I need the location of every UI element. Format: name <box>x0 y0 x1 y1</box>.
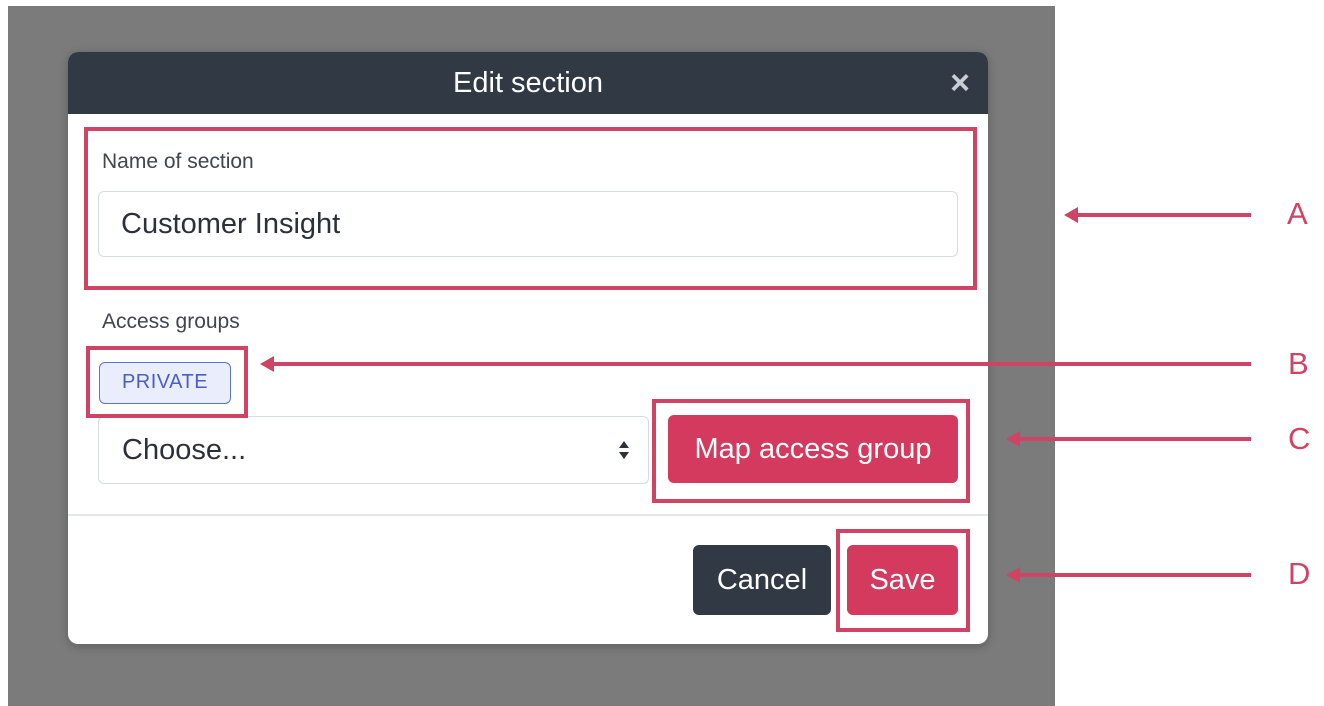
select-arrows-icon <box>619 441 629 459</box>
dialog-title: Edit section <box>453 67 603 99</box>
callout-b-arrow-line <box>272 362 1251 366</box>
callout-c-arrow-line <box>1018 437 1251 441</box>
cancel-button[interactable]: Cancel <box>693 545 831 615</box>
callout-letter-c: C <box>1288 421 1311 456</box>
footer-divider <box>68 514 988 516</box>
callout-c-arrow-head <box>1006 431 1020 447</box>
callout-c-box <box>652 399 970 503</box>
access-groups-label: Access groups <box>102 310 240 333</box>
callout-b-arrow-head <box>260 356 274 372</box>
callout-letter-d: D <box>1288 556 1311 591</box>
callout-a-box <box>84 127 977 290</box>
callout-d-arrow-head <box>1006 567 1020 583</box>
select-value: Choose... <box>122 434 247 466</box>
close-icon[interactable]: × <box>940 62 980 104</box>
callout-letter-a: A <box>1287 196 1308 231</box>
dialog-header: Edit section × <box>68 52 988 114</box>
access-group-select[interactable]: Choose... <box>98 416 649 484</box>
callout-d-arrow-line <box>1018 573 1251 577</box>
callout-a-arrow-head <box>1064 207 1078 223</box>
callout-a-arrow-line <box>1076 213 1251 217</box>
callout-b-box <box>86 346 248 418</box>
callout-letter-b: B <box>1288 346 1309 381</box>
callout-d-box <box>836 529 970 632</box>
